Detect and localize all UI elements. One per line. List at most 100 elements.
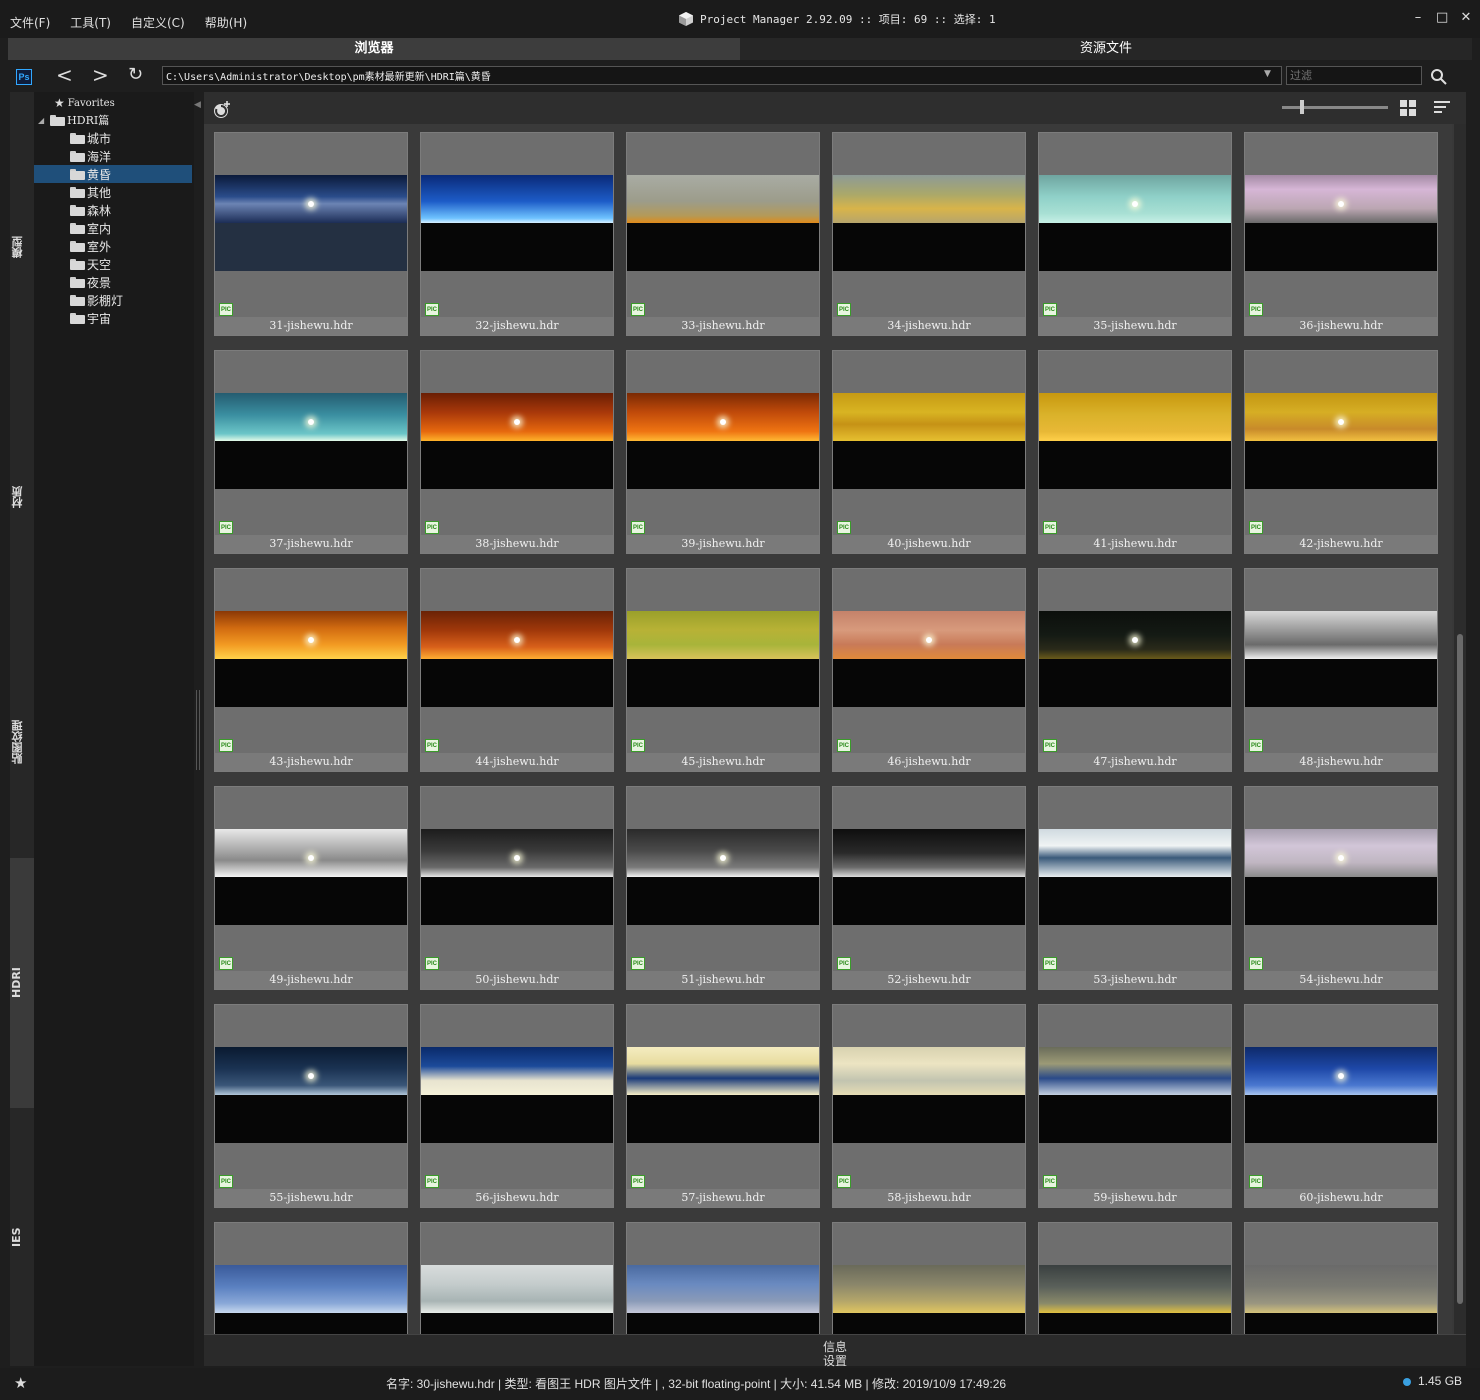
close-button[interactable]: ✕ <box>1460 10 1472 25</box>
tab-browser[interactable]: 浏览器 <box>8 38 740 60</box>
rail-tab-ies[interactable]: IES <box>10 1112 34 1362</box>
thumbnail-card[interactable]: PIC 36-jishewu.hdr <box>1244 132 1438 336</box>
thumbnail-card[interactable]: PIC 56-jishewu.hdr <box>420 1004 614 1208</box>
thumbnail-card[interactable]: PIC 39-jishewu.hdr <box>626 350 820 554</box>
hdri-preview-sky <box>833 611 1025 659</box>
tree-folder-item[interactable]: 影棚灯 <box>34 291 192 309</box>
minimize-button[interactable]: – <box>1412 10 1424 25</box>
thumbnail-card[interactable]: PIC 43-jishewu.hdr <box>214 568 408 772</box>
thumbnail-card[interactable]: PIC 38-jishewu.hdr <box>420 350 614 554</box>
tree-root-label: HDRI篇 <box>67 114 110 127</box>
hdri-preview-sky <box>1039 829 1231 877</box>
thumbnail-card[interactable]: PIC 49-jishewu.hdr <box>214 786 408 990</box>
settings-panel-toggle[interactable]: 设置 <box>204 1352 1466 1369</box>
star-icon[interactable]: ★ <box>14 1374 27 1392</box>
scrollbar-thumb[interactable] <box>1457 634 1463 1304</box>
tree-folder-item[interactable]: 室外 <box>34 237 192 255</box>
maximize-button[interactable]: □ <box>1436 10 1448 25</box>
thumbnail-card[interactable]: PIC 40-jishewu.hdr <box>832 350 1026 554</box>
grid-view-icon[interactable] <box>1400 100 1416 116</box>
rail-tab-hdri[interactable]: HDRI <box>10 858 34 1108</box>
thumbnail-card[interactable]: PIC 60-jishewu.hdr <box>1244 1004 1438 1208</box>
thumbnail-card[interactable]: PIC 58-jishewu.hdr <box>832 1004 1026 1208</box>
thumbnail-card[interactable] <box>420 1222 614 1334</box>
folder-icon <box>70 258 85 270</box>
thumbnail-card[interactable]: PIC 57-jishewu.hdr <box>626 1004 820 1208</box>
tree-folder-label: 室内 <box>87 221 112 236</box>
thumbnail-card[interactable]: PIC 46-jishewu.hdr <box>832 568 1026 772</box>
photoshop-icon[interactable]: Ps <box>16 69 32 85</box>
add-refresh-icon[interactable] <box>212 100 232 120</box>
thumbnail-card[interactable]: PIC 54-jishewu.hdr <box>1244 786 1438 990</box>
rail-tab-models[interactable]: 模型 <box>10 122 34 372</box>
path-dropdown-icon[interactable]: ▼ <box>1264 69 1271 79</box>
thumbnail-card[interactable]: PIC 37-jishewu.hdr <box>214 350 408 554</box>
thumbnail-card[interactable]: PIC 52-jishewu.hdr <box>832 786 1026 990</box>
tree-folder-item[interactable]: 黄昏 <box>34 165 192 183</box>
tree-folder-item[interactable]: 森林 <box>34 201 192 219</box>
tree-folder-item[interactable]: 海洋 <box>34 147 192 165</box>
splitter-grip[interactable] <box>196 690 200 770</box>
thumbnail-card[interactable]: PIC 33-jishewu.hdr <box>626 132 820 336</box>
thumbnail-card[interactable]: PIC 45-jishewu.hdr <box>626 568 820 772</box>
sort-icon[interactable] <box>1434 100 1452 116</box>
zoom-slider[interactable] <box>1282 106 1388 109</box>
tree-folder-item[interactable]: 夜景 <box>34 273 192 291</box>
thumbnail-card[interactable]: PIC 51-jishewu.hdr <box>626 786 820 990</box>
tree-favorites[interactable]: ★ Favorites <box>54 94 212 112</box>
tree-folder-item[interactable]: 天空 <box>34 255 192 273</box>
thumbnail-card[interactable] <box>626 1222 820 1334</box>
menu-tools[interactable]: 工具(T) <box>70 14 111 31</box>
thumbnail-card[interactable]: PIC 35-jishewu.hdr <box>1038 132 1232 336</box>
thumbnail-card[interactable] <box>214 1222 408 1334</box>
forward-icon[interactable]: > <box>92 64 109 86</box>
thumbnail-card[interactable]: PIC 42-jishewu.hdr <box>1244 350 1438 554</box>
search-icon[interactable] <box>1430 68 1448 86</box>
thumbnail-card[interactable]: PIC 48-jishewu.hdr <box>1244 568 1438 772</box>
app-logo-icon <box>678 11 694 27</box>
thumbnail-card[interactable] <box>1244 1222 1438 1334</box>
thumbnail-filename: 44-jishewu.hdr <box>421 753 613 771</box>
refresh-icon[interactable]: ↻ <box>128 64 143 86</box>
path-input[interactable] <box>162 66 1282 85</box>
content-toolbar <box>204 92 1466 124</box>
app-title-text: Project Manager 2.92.09 :: 项目: 69 :: 选择:… <box>700 13 996 26</box>
thumbnail-card[interactable] <box>832 1222 1026 1334</box>
thumbnail-card[interactable]: PIC 47-jishewu.hdr <box>1038 568 1232 772</box>
hdri-preview-sky <box>627 1047 819 1095</box>
collapse-arrow-icon[interactable]: ◀ <box>194 100 201 110</box>
menu-customize[interactable]: 自定义(C) <box>131 14 185 31</box>
vertical-scrollbar[interactable] <box>1454 124 1466 1334</box>
thumbnail-card[interactable]: PIC 59-jishewu.hdr <box>1038 1004 1232 1208</box>
tree-folder-label: 海洋 <box>87 149 112 164</box>
zoom-slider-handle[interactable] <box>1300 100 1304 114</box>
hdri-preview-ground <box>1039 877 1231 925</box>
tree-folder-item[interactable]: 其他 <box>34 183 192 201</box>
tree-folder-item[interactable]: 宇宙 <box>34 309 192 327</box>
thumbnail-card[interactable]: PIC 34-jishewu.hdr <box>832 132 1026 336</box>
hdri-preview-sky <box>215 175 407 223</box>
tree-folder-item[interactable]: 室内 <box>34 219 192 237</box>
menu-help[interactable]: 帮助(H) <box>205 14 247 31</box>
tree-root[interactable]: ◢ HDRI篇 <box>38 111 196 129</box>
rail-tab-materials[interactable]: 材质 <box>10 372 34 622</box>
thumbnail-card[interactable]: PIC 53-jishewu.hdr <box>1038 786 1232 990</box>
menu-file[interactable]: 文件(F) <box>10 14 50 31</box>
thumbnail-card[interactable]: PIC 55-jishewu.hdr <box>214 1004 408 1208</box>
filter-input[interactable] <box>1286 66 1422 85</box>
hdri-preview-ground <box>627 659 819 707</box>
thumbnail-card[interactable]: PIC 31-jishewu.hdr <box>214 132 408 336</box>
thumbnail-filename: 37-jishewu.hdr <box>215 535 407 553</box>
thumbnail-card[interactable] <box>1038 1222 1232 1334</box>
thumbnail-card[interactable]: PIC 44-jishewu.hdr <box>420 568 614 772</box>
hdri-preview-sky <box>627 829 819 877</box>
thumbnail-card[interactable]: PIC 50-jishewu.hdr <box>420 786 614 990</box>
thumbnail-card[interactable]: PIC 41-jishewu.hdr <box>1038 350 1232 554</box>
tree-folder-item[interactable]: 城市 <box>34 129 192 147</box>
thumbnail-card[interactable]: PIC 32-jishewu.hdr <box>420 132 614 336</box>
expand-arrow-icon[interactable]: ◢ <box>38 116 44 125</box>
thumbnail-filename: 38-jishewu.hdr <box>421 535 613 553</box>
rail-tab-textures[interactable]: 贴图纹理 <box>10 622 34 862</box>
tab-resources[interactable]: 资源文件 <box>740 38 1472 60</box>
back-icon[interactable]: < <box>56 64 73 86</box>
